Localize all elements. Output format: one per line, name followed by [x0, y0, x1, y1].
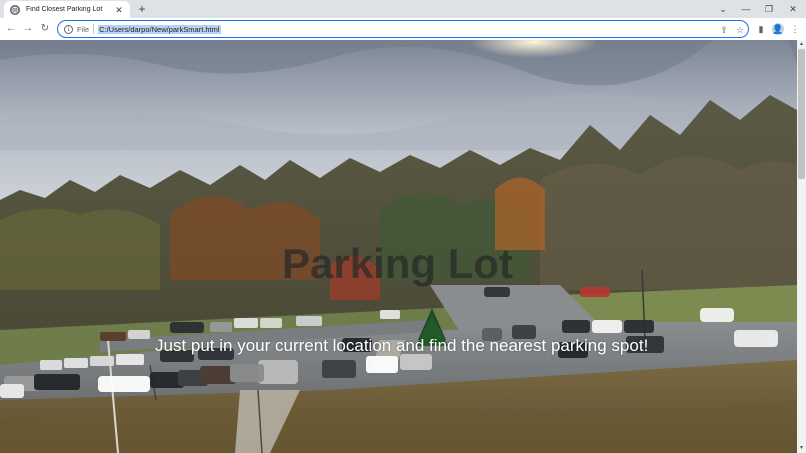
restore-icon[interactable]: ❐ — [762, 2, 776, 16]
globe-icon — [10, 4, 20, 15]
scroll-up-icon[interactable]: ▲ — [797, 40, 806, 49]
scroll-thumb[interactable] — [798, 49, 805, 179]
address-bar[interactable]: i File C:/Users/darpo/New/parkSmart.html… — [57, 20, 749, 38]
tab-close-icon[interactable]: ✕ — [114, 5, 124, 15]
minimize-icon[interactable]: — — [739, 2, 753, 16]
page-title: Parking Lot — [282, 240, 514, 287]
info-icon[interactable]: i — [64, 24, 73, 34]
profile-avatar-icon[interactable]: 👤 — [772, 23, 784, 35]
browser-toolbar: ← → ↻ i File C:/Users/darpo/New/parkSmar… — [0, 18, 806, 40]
share-icon[interactable]: ⇪ — [718, 24, 730, 36]
url-text[interactable]: C:/Users/darpo/New/parkSmart.html — [98, 24, 221, 34]
new-tab-icon[interactable]: + — [136, 3, 148, 15]
bookmark-star-icon[interactable]: ☆ — [734, 24, 746, 36]
tab-strip: Find Closest Parking Lot ✕ + ⌄ — ❐ ✕ — [0, 0, 806, 18]
tab-search-icon[interactable]: ⌄ — [716, 2, 730, 16]
page-viewport: Parking Lot Just put in your current loc… — [0, 40, 797, 453]
side-panel-icon[interactable]: ▮ — [755, 23, 767, 35]
scheme-label: File — [77, 24, 90, 34]
page-subtitle: Just put in your current location and fi… — [155, 336, 649, 355]
reload-icon[interactable]: ↻ — [39, 22, 51, 36]
scroll-down-icon[interactable]: ▼ — [797, 444, 806, 453]
divider — [93, 24, 95, 34]
vertical-scrollbar[interactable]: ▲ ▼ — [797, 40, 806, 453]
forward-icon[interactable]: → — [22, 22, 34, 36]
tab-active[interactable]: Find Closest Parking Lot ✕ — [4, 1, 130, 18]
tab-title: Find Closest Parking Lot — [26, 6, 103, 13]
close-window-icon[interactable]: ✕ — [786, 2, 800, 16]
menu-kebab-icon[interactable]: ⋮ — [789, 23, 801, 35]
back-icon[interactable]: ← — [5, 22, 17, 36]
